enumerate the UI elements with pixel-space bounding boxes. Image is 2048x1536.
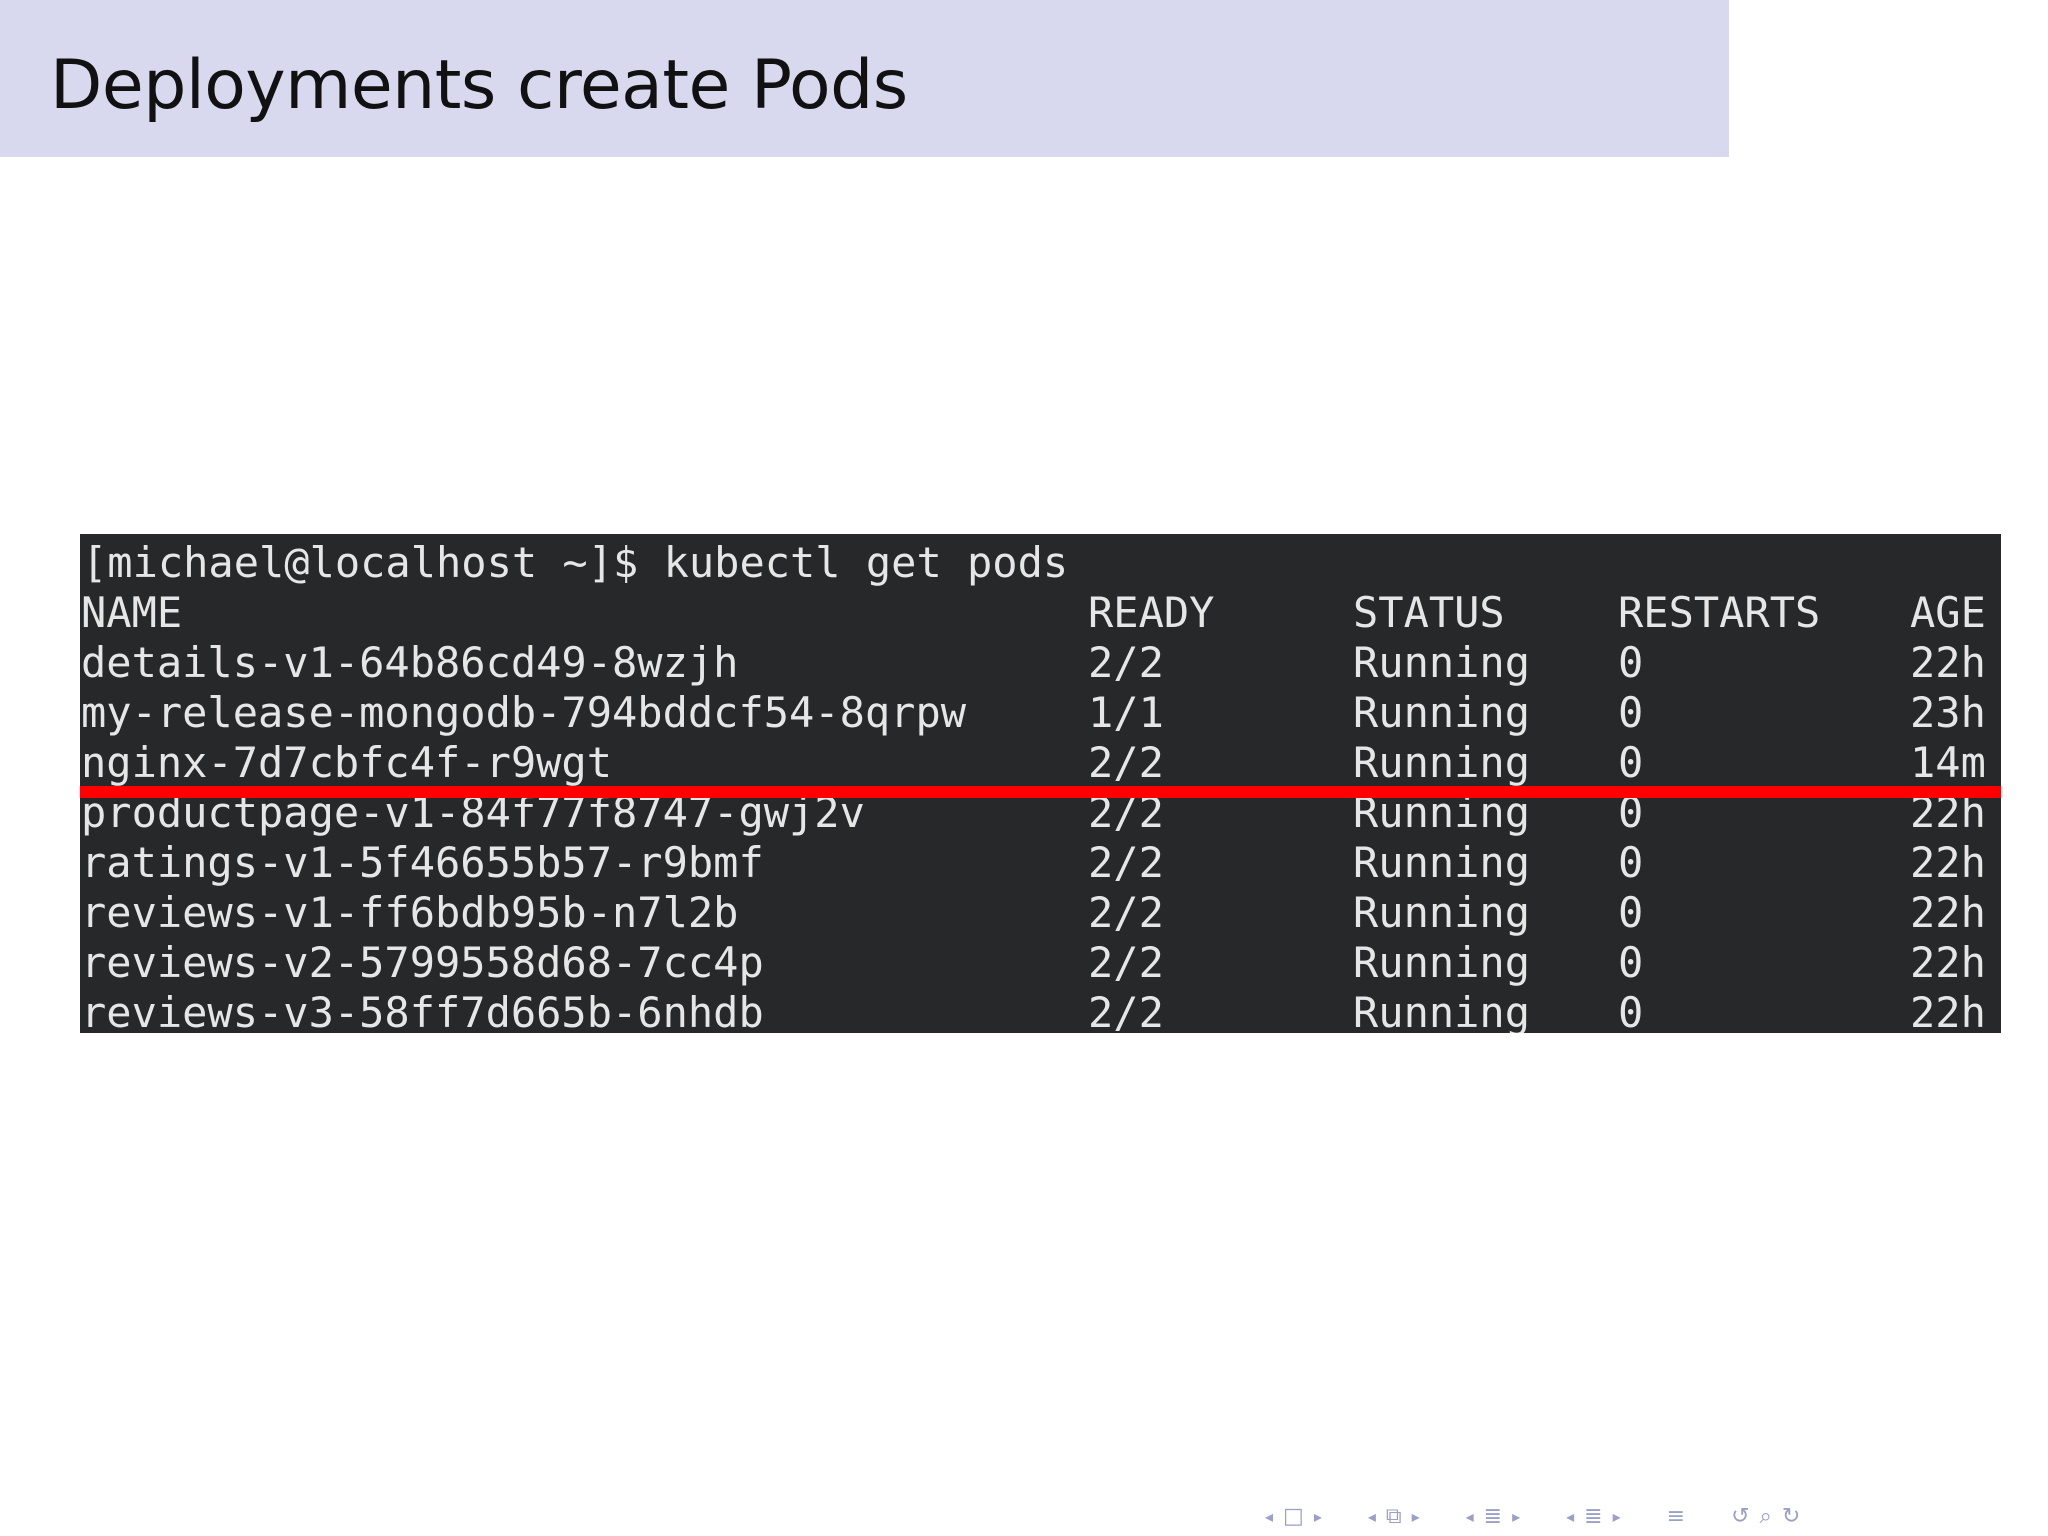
next-subsection-icon[interactable]: ▸ <box>1412 1502 1420 1532</box>
table-row: reviews-v3-58ff7d665b-6nhdb 2/2 Running … <box>80 988 2001 1033</box>
pod-age: 22h <box>1910 938 1986 987</box>
title-bar: Deployments create Pods <box>0 0 1729 157</box>
command-prompt: [michael@localhost ~]$ kubectl get pods <box>82 538 1069 587</box>
slide-title: Deployments create Pods <box>50 46 908 125</box>
pod-name: ratings-v1-5f46655b57-r9bmf <box>81 838 764 887</box>
red-highlight-line <box>80 786 2001 798</box>
column-header-name: NAME <box>81 588 183 637</box>
pod-restarts: 0 <box>1618 738 1644 787</box>
subsection-nav: ◂ ⧉ ▸ <box>1368 1502 1420 1532</box>
prev-section-icon[interactable]: ◂ <box>1466 1502 1474 1532</box>
table-row: reviews-v2-5799558d68-7cc4p 2/2 Running … <box>80 938 2001 988</box>
redo-icon[interactable]: ↻ <box>1782 1502 1800 1532</box>
pod-name: details-v1-64b86cd49-8wzjh <box>81 638 739 687</box>
pod-status: Running <box>1353 738 1531 787</box>
pod-status: Running <box>1353 988 1531 1033</box>
pod-age: 22h <box>1910 638 1986 687</box>
beamer-navigation-bar: ◂ □ ▸ ◂ ⧉ ▸ ◂ ≣ ▸ ◂ ≣ ▸ ≡ ↺ ⌕ ↻ <box>1265 1502 1800 1532</box>
section-nav: ◂ ≣ ▸ <box>1466 1502 1521 1532</box>
prev-slide-group-icon[interactable]: ◂ <box>1566 1502 1574 1532</box>
pod-age: 14m <box>1910 738 1986 787</box>
pod-name: my-release-mongodb-794bddcf54-8qrpw <box>81 688 967 737</box>
pod-status: Running <box>1353 888 1531 937</box>
undo-icon[interactable]: ↺ <box>1731 1502 1749 1532</box>
pod-ready: 2/2 <box>1088 888 1164 937</box>
pod-restarts: 0 <box>1618 838 1644 887</box>
subsection-icon[interactable]: ⧉ <box>1386 1502 1402 1532</box>
search-icon[interactable]: ⌕ <box>1760 1502 1772 1532</box>
align-nav: ≡ <box>1667 1502 1685 1532</box>
table-row: ratings-v1-5f46655b57-r9bmf 2/2 Running … <box>80 838 2001 888</box>
frame-nav: ◂ □ ▸ <box>1265 1502 1322 1532</box>
pod-age: 22h <box>1910 888 1986 937</box>
next-frame-icon[interactable]: ▸ <box>1314 1502 1322 1532</box>
slide-group-icon[interactable]: ≣ <box>1584 1502 1602 1532</box>
prev-subsection-icon[interactable]: ◂ <box>1368 1502 1376 1532</box>
pod-ready: 2/2 <box>1088 738 1164 787</box>
column-header-ready: READY <box>1088 588 1215 637</box>
pod-status: Running <box>1353 938 1531 987</box>
search-nav: ↺ ⌕ ↻ <box>1731 1502 1800 1532</box>
pod-age: 22h <box>1910 988 1986 1033</box>
pod-status: Running <box>1353 838 1531 887</box>
terminal-screenshot: [michael@localhost ~]$ kubectl get pods … <box>80 534 2001 1033</box>
table-header: NAME READY STATUS RESTARTS AGE <box>80 588 2001 638</box>
section-icon[interactable]: ≣ <box>1484 1502 1502 1532</box>
pod-name: reviews-v3-58ff7d665b-6nhdb <box>81 988 764 1033</box>
pod-ready: 1/1 <box>1088 688 1164 737</box>
pod-name: nginx-7d7cbfc4f-r9wgt <box>81 738 613 787</box>
pod-restarts: 0 <box>1618 938 1644 987</box>
pod-ready: 2/2 <box>1088 638 1164 687</box>
pod-restarts: 0 <box>1618 888 1644 937</box>
column-header-status: STATUS <box>1353 588 1505 637</box>
pod-age: 23h <box>1910 688 1986 737</box>
pod-age: 22h <box>1910 838 1986 887</box>
pod-ready: 2/2 <box>1088 988 1164 1033</box>
frame-icon[interactable]: □ <box>1283 1502 1304 1532</box>
pod-ready: 2/2 <box>1088 838 1164 887</box>
pod-restarts: 0 <box>1618 988 1644 1033</box>
next-section-icon[interactable]: ▸ <box>1512 1502 1520 1532</box>
column-header-age: AGE <box>1910 588 1986 637</box>
slide-group-nav: ◂ ≣ ▸ <box>1566 1502 1621 1532</box>
pod-status: Running <box>1353 688 1531 737</box>
pod-status: Running <box>1353 638 1531 687</box>
pod-ready: 2/2 <box>1088 938 1164 987</box>
slide: Deployments create Pods [michael@localho… <box>0 0 2048 1536</box>
align-icon[interactable]: ≡ <box>1667 1502 1685 1532</box>
pod-restarts: 0 <box>1618 688 1644 737</box>
column-header-restarts: RESTARTS <box>1618 588 1821 637</box>
pod-restarts: 0 <box>1618 638 1644 687</box>
table-row: my-release-mongodb-794bddcf54-8qrpw 1/1 … <box>80 688 2001 738</box>
prev-frame-icon[interactable]: ◂ <box>1265 1502 1273 1532</box>
pod-name: reviews-v2-5799558d68-7cc4p <box>81 938 764 987</box>
table-row-highlighted: nginx-7d7cbfc4f-r9wgt 2/2 Running 0 14m <box>80 738 2001 788</box>
next-slide-group-icon[interactable]: ▸ <box>1613 1502 1621 1532</box>
table-row: reviews-v1-ff6bdb95b-n7l2b 2/2 Running 0… <box>80 888 2001 938</box>
pod-name: reviews-v1-ff6bdb95b-n7l2b <box>81 888 739 937</box>
table-row: details-v1-64b86cd49-8wzjh 2/2 Running 0… <box>80 638 2001 688</box>
